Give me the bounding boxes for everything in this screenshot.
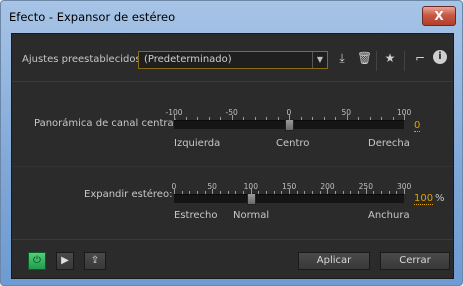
pan-tick	[243, 117, 244, 120]
pan-tick	[358, 117, 359, 120]
pan-right-label: Derecha	[368, 138, 410, 149]
pan-tick	[312, 117, 313, 120]
width-tick	[266, 191, 267, 194]
width-left-label: Estrecho	[174, 210, 218, 221]
width-tick	[312, 191, 313, 194]
width-tick	[258, 191, 260, 194]
info-icon[interactable]: i	[433, 50, 447, 64]
divider	[12, 81, 453, 82]
pan-tick	[174, 115, 175, 120]
pan-slider-thumb[interactable]	[285, 119, 294, 131]
pan-tick	[346, 115, 348, 120]
width-tick	[181, 191, 183, 194]
width-tick	[404, 189, 405, 194]
pan-center-label: Centro	[276, 138, 310, 149]
width-tick	[227, 191, 229, 194]
width-tick	[220, 191, 221, 194]
play-preview-button[interactable]: ▶	[56, 252, 74, 270]
pan-tick	[300, 117, 302, 120]
width-tick	[373, 191, 375, 194]
width-label: Expandir estéreo:	[84, 189, 173, 200]
width-tick	[197, 191, 198, 194]
toolbar-separator	[376, 51, 377, 71]
routing-icon[interactable]: ⌐	[413, 51, 427, 65]
width-tick	[319, 191, 321, 194]
width-tick	[327, 189, 329, 194]
pan-tick	[404, 115, 405, 120]
pan-value[interactable]: 0	[414, 120, 421, 132]
window-title: Efecto - Expansor de estéreo	[9, 10, 176, 24]
pan-tick	[266, 117, 267, 120]
width-tick	[396, 191, 398, 194]
divider	[12, 166, 453, 167]
width-slider-thumb[interactable]	[246, 193, 256, 205]
pan-label: Panorámica de canal central:	[34, 118, 180, 129]
power-toggle-button[interactable]: ⏻	[28, 252, 46, 270]
pan-tick	[197, 117, 198, 120]
width-tick	[342, 191, 344, 194]
width-tick	[381, 191, 382, 194]
width-tick	[289, 189, 290, 194]
width-tick	[365, 189, 367, 194]
effect-panel: Ajustes preestablecidos: (Predeterminado…	[11, 33, 454, 279]
width-track[interactable]	[174, 194, 404, 203]
pan-tick	[208, 117, 210, 120]
title-bar[interactable]: Efecto - Expansor de estéreo X	[1, 1, 462, 33]
width-tick	[281, 191, 283, 194]
pan-tick	[185, 117, 187, 120]
presets-value: (Predeterminado)	[144, 54, 232, 65]
toolbar-separator	[404, 51, 405, 71]
width-unit: %	[435, 193, 445, 204]
width-tick	[212, 189, 214, 194]
pan-tick	[289, 115, 290, 120]
presets-dropdown[interactable]: (Predeterminado) ▼	[138, 51, 328, 69]
width-tick	[204, 191, 206, 194]
pan-tick	[369, 117, 371, 120]
presets-label: Ajustes preestablecidos:	[22, 54, 145, 65]
width-tick	[273, 191, 275, 194]
favorite-star-icon[interactable]: ★	[383, 51, 397, 65]
divider	[12, 239, 453, 240]
width-right-label: Anchura	[368, 210, 410, 221]
width-tick	[304, 191, 306, 194]
width-value[interactable]: 100	[414, 193, 434, 205]
width-tick	[189, 191, 191, 194]
pan-tick	[381, 117, 382, 120]
width-tick	[358, 191, 359, 194]
width-tick	[174, 189, 175, 194]
width-center-label: Normal	[233, 210, 270, 221]
width-tick	[335, 191, 336, 194]
width-tick	[296, 191, 298, 194]
apply-button[interactable]: Aplicar	[298, 252, 370, 270]
pan-tick	[392, 117, 394, 120]
pan-tick	[335, 117, 336, 120]
effect-window: Efecto - Expansor de estéreo X Ajustes p…	[0, 0, 463, 286]
pan-tick	[323, 117, 325, 120]
width-tick	[388, 191, 390, 194]
export-button[interactable]: ⇪	[84, 252, 106, 270]
width-tick	[243, 191, 244, 194]
pan-tick	[277, 117, 279, 120]
pan-tick	[220, 117, 221, 120]
pan-tick	[231, 115, 233, 120]
width-tick	[350, 191, 352, 194]
close-button[interactable]: Cerrar	[380, 252, 450, 270]
delete-preset-icon[interactable]: 🗑	[357, 51, 372, 65]
save-preset-icon[interactable]: ⤓	[335, 51, 349, 66]
pan-left-label: Izquierda	[174, 138, 221, 149]
width-tick	[235, 191, 237, 194]
width-tick	[250, 189, 252, 194]
chevron-down-icon[interactable]: ▼	[312, 52, 327, 68]
close-window-button[interactable]: X	[422, 6, 456, 26]
pan-tick	[254, 117, 256, 120]
